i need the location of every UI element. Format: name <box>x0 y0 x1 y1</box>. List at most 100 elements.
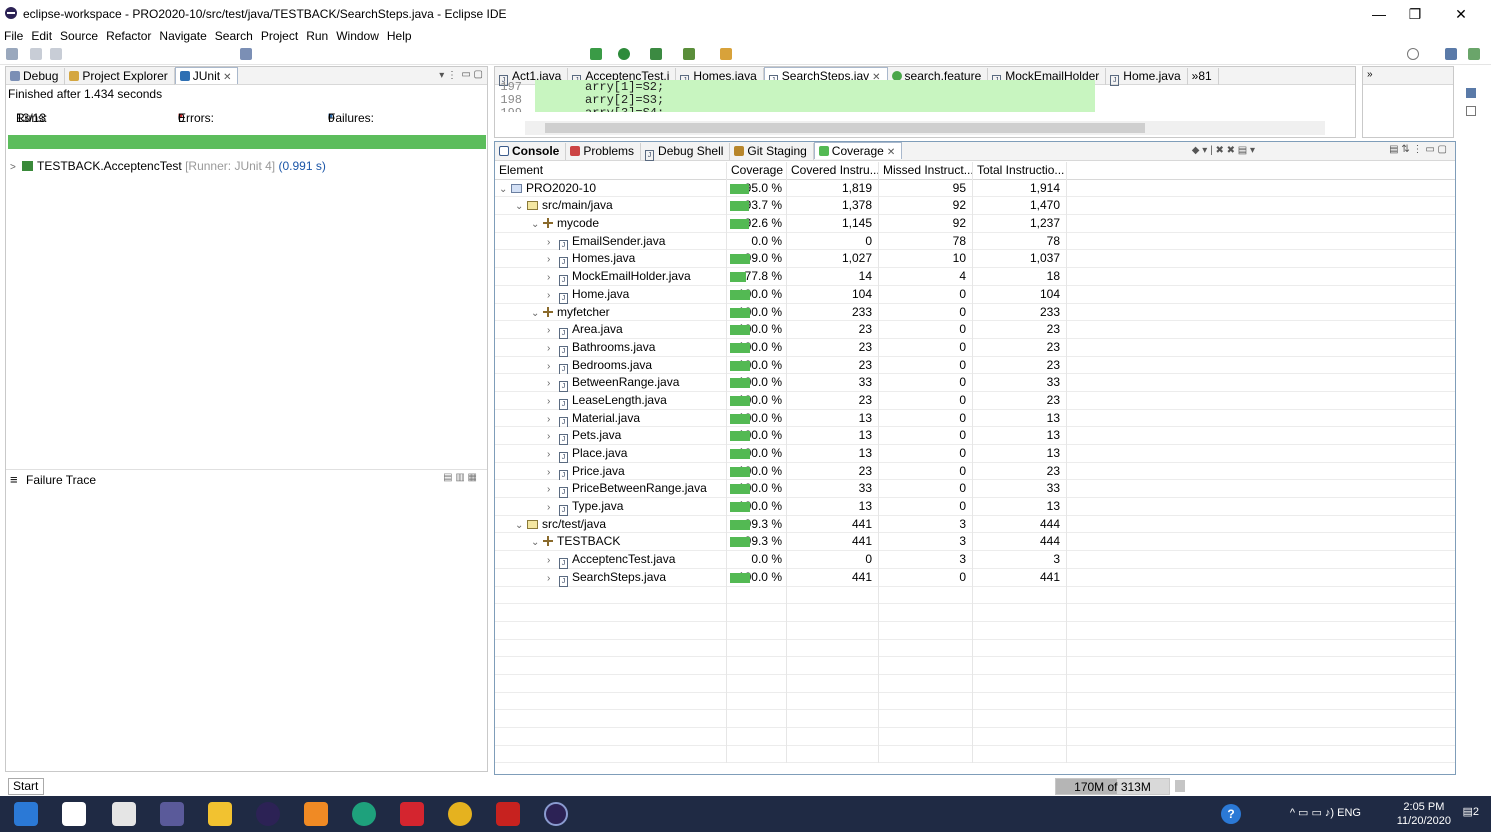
tab-debug[interactable]: Debug <box>6 68 66 85</box>
chevron-right-icon[interactable]: › <box>547 481 559 498</box>
edge-icon[interactable] <box>352 802 376 826</box>
menu-edit[interactable]: Edit <box>27 27 56 45</box>
outline-tab-icon[interactable]: » <box>1367 69 1373 80</box>
close-button[interactable]: ✕ <box>1438 4 1484 24</box>
chevron-right-icon[interactable]: › <box>547 358 559 375</box>
table-row[interactable]: › J LeaseLength.java 100.0 % 23 0 23 <box>495 391 1455 410</box>
menu-window[interactable]: Window <box>332 27 383 45</box>
col-missed[interactable]: Missed Instruct... <box>879 162 973 180</box>
table-row[interactable]: › J AcceptencTest.java 0.0 % 0 3 3 <box>495 551 1455 569</box>
coverage-run-icon[interactable] <box>650 48 662 60</box>
opera-icon[interactable] <box>400 802 424 826</box>
tab-junit[interactable]: JUnit ✕ <box>174 67 239 84</box>
table-row[interactable]: ⌄ PRO2020-10 95.0 % 1,819 95 1,914 <box>495 179 1455 198</box>
help-icon[interactable]: ? <box>1221 804 1241 824</box>
table-row[interactable]: › J Type.java 100.0 % 13 0 13 <box>495 498 1455 516</box>
table-row[interactable]: › J Home.java 100.0 % 104 0 104 <box>495 285 1455 304</box>
chevron-down-icon[interactable]: ⌄ <box>531 216 543 233</box>
table-row[interactable]: ⌄ src/test/java 99.3 % 441 3 444 <box>495 515 1455 534</box>
table-row[interactable]: › J BetweenRange.java 100.0 % 33 0 33 <box>495 374 1455 392</box>
table-row[interactable]: › J Material.java 100.0 % 13 0 13 <box>495 409 1455 428</box>
start-field[interactable]: Start <box>8 778 44 795</box>
chevron-down-icon[interactable]: ⌄ <box>531 305 543 322</box>
new-icon[interactable] <box>6 48 18 60</box>
chevron-right-icon[interactable]: › <box>547 411 559 428</box>
chevron-right-icon[interactable]: › <box>547 375 559 392</box>
new-java-project-icon[interactable] <box>720 48 732 60</box>
table-row[interactable]: › J Pets.java 100.0 % 13 0 13 <box>495 427 1455 445</box>
chevron-down-icon[interactable]: ⌄ <box>531 534 543 551</box>
save-icon[interactable] <box>30 48 42 60</box>
table-row[interactable]: › J EmailSender.java 0.0 % 0 78 78 <box>495 232 1455 251</box>
eclipse-icon[interactable] <box>256 802 280 826</box>
save-all-icon[interactable] <box>50 48 62 60</box>
code-line[interactable]: arry[1]=S2; <box>535 80 1095 94</box>
table-row[interactable]: ⌄ src/main/java 93.7 % 1,378 92 1,470 <box>495 197 1455 216</box>
menu-source[interactable]: Source <box>56 27 102 45</box>
menu-refactor[interactable]: Refactor <box>102 27 155 45</box>
windows-start-icon[interactable] <box>14 802 38 826</box>
debug-run-icon[interactable] <box>590 48 602 60</box>
chevron-right-icon[interactable]: › <box>547 269 559 286</box>
more-tabs-button[interactable]: »81 <box>1188 68 1219 85</box>
chevron-right-icon[interactable]: › <box>547 464 559 481</box>
chevron-down-icon[interactable]: ⌄ <box>499 181 511 198</box>
language-indicator[interactable]: ENG <box>1337 807 1361 819</box>
col-element[interactable]: Element <box>495 162 727 180</box>
menu-run[interactable]: Run <box>302 27 332 45</box>
chevron-right-icon[interactable]: › <box>547 552 559 569</box>
chevron-right-icon[interactable]: › <box>547 322 559 339</box>
open-perspective-icon[interactable] <box>1445 48 1457 60</box>
acrobat-icon[interactable] <box>496 802 520 826</box>
menu-help[interactable]: Help <box>383 27 416 45</box>
table-row[interactable]: › J Bedrooms.java 100.0 % 23 0 23 <box>495 356 1455 375</box>
tab-debug-shell[interactable]: J Debug Shell <box>641 143 731 161</box>
chevron-right-icon[interactable]: › <box>547 570 559 587</box>
system-tray[interactable]: ^ ▭ ▭ ♪) ENG <box>1290 806 1361 819</box>
sublime-icon[interactable] <box>304 802 328 826</box>
table-row[interactable]: › J SearchSteps.java 100.0 % 441 0 441 <box>495 568 1455 587</box>
col-coverage[interactable]: Coverage <box>727 162 787 180</box>
tab-git-staging[interactable]: Git Staging <box>730 143 814 160</box>
code-editor[interactable]: 197 arry[1]=S2; 198 arry[2]=S3; 199 arry… <box>495 80 1355 121</box>
table-row[interactable]: › J MockEmailHolder.java 77.8 % 14 4 18 <box>495 268 1455 286</box>
notification-icon[interactable]: ▤2 <box>1462 805 1479 818</box>
chevron-down-icon[interactable]: ⌄ <box>515 198 527 215</box>
maximize-button[interactable]: ❐ <box>1392 4 1438 24</box>
table-row[interactable]: › J PriceBetweenRange.java 100.0 % 33 0 33 <box>495 480 1455 499</box>
test-suite-name[interactable]: TESTBACK.AcceptencTest <box>37 159 182 173</box>
chevron-right-icon[interactable]: › <box>547 287 559 304</box>
chevron-right-icon[interactable]: › <box>547 446 559 463</box>
chevron-right-icon[interactable]: › <box>547 234 559 251</box>
java-perspective-icon[interactable] <box>1468 48 1480 60</box>
chevron-right-icon[interactable]: › <box>547 393 559 410</box>
menu-project[interactable]: Project <box>257 27 302 45</box>
table-row[interactable]: ⌄ mycode 92.6 % 1,145 92 1,237 <box>495 215 1455 233</box>
table-row[interactable]: › J Price.java 100.0 % 23 0 23 <box>495 462 1455 481</box>
chevron-right-icon[interactable]: › <box>547 251 559 268</box>
chevron-right-icon[interactable]: › <box>547 499 559 516</box>
restore-icon[interactable] <box>1466 106 1476 116</box>
file-explorer-icon[interactable] <box>208 802 232 826</box>
menu-navigate[interactable]: Navigate <box>155 27 210 45</box>
table-row[interactable]: › J Bathrooms.java 100.0 % 23 0 23 <box>495 338 1455 357</box>
mail-icon[interactable] <box>112 802 136 826</box>
clock[interactable]: 2:05 PM 11/20/2020 <box>1397 800 1451 828</box>
editor-tab[interactable]: J Home.java <box>1106 68 1188 86</box>
tab-project-explorer[interactable]: Project Explorer <box>65 68 175 85</box>
heap-status[interactable]: 170M of 313M <box>1055 778 1170 795</box>
search-icon[interactable] <box>1407 48 1419 60</box>
table-row[interactable]: ⌄ myfetcher 100.0 % 233 0 233 <box>495 303 1455 322</box>
debug-tool-icon[interactable] <box>240 48 252 60</box>
view-menu-icon[interactable]: ▤ ⇅ ⋮ ▭ ▢ <box>1389 144 1447 155</box>
tab-console[interactable]: Console <box>495 143 567 160</box>
table-row[interactable]: ⌄ TESTBACK 99.3 % 441 3 444 <box>495 533 1455 552</box>
app-icon[interactable] <box>160 802 184 826</box>
task-list-icon[interactable] <box>1466 88 1476 98</box>
tab-coverage[interactable]: Coverage ✕ <box>813 142 903 159</box>
code-line[interactable]: arry[3]=S4; <box>535 106 1095 112</box>
external-tools-icon[interactable] <box>683 48 695 60</box>
chrome-icon[interactable] <box>448 802 472 826</box>
menu-file[interactable]: File <box>0 27 27 45</box>
close-tab-icon[interactable]: ✕ <box>887 147 895 158</box>
